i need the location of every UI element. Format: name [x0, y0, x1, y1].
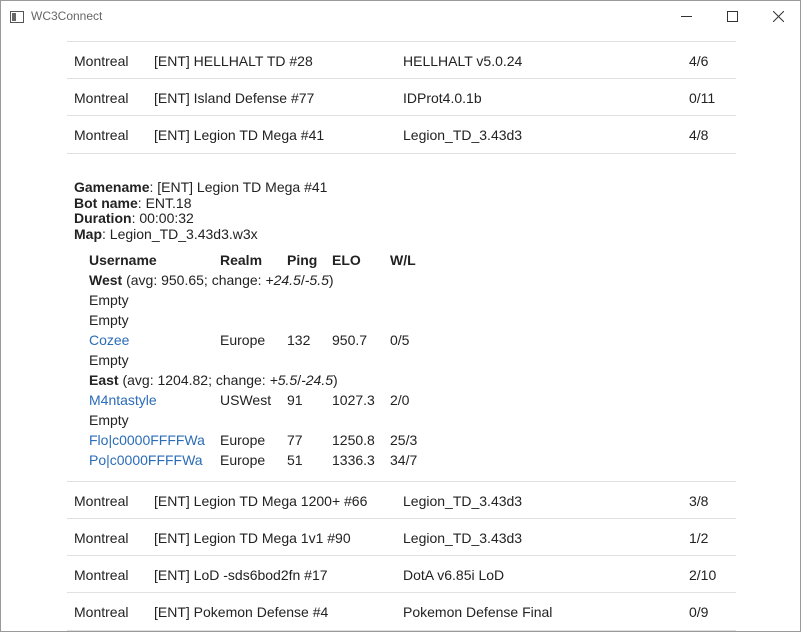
game-location: Montreal: [74, 127, 129, 143]
team-east-header: East (avg: 1204.82; change: +5.5/-24.5): [89, 372, 338, 388]
detail-gamename: Gamename: [ENT] Legion TD Mega #41: [74, 179, 328, 195]
game-name: [ENT] HELLHALT TD #28: [154, 53, 313, 69]
header-wl: W/L: [390, 252, 416, 268]
player-elo: 1027.3: [332, 392, 375, 408]
player-wl: 2/0: [390, 392, 410, 408]
game-slots: 3/8: [689, 493, 709, 509]
game-map: IDProt4.0.1b: [403, 90, 482, 106]
game-details: Gamename: [ENT] Legion TD Mega #41 Bot n…: [74, 179, 734, 242]
player-username: Empty: [89, 412, 129, 428]
header-ping: Ping: [287, 252, 318, 268]
maximize-button[interactable]: [709, 1, 755, 32]
player-wl: 0/5: [390, 332, 410, 348]
detail-map: Map: Legion_TD_3.43d3.w3x: [74, 225, 258, 242]
player-realm: USWest: [220, 392, 272, 408]
detail-botname: Bot name: ENT.18: [74, 194, 192, 211]
player-username: Empty: [89, 352, 129, 368]
game-map: Legion_TD_3.43d3: [403, 493, 523, 509]
minimize-button[interactable]: [663, 1, 709, 32]
game-map: DotA v6.85i LoD: [403, 567, 505, 583]
game-row-selected[interactable]: Montreal [ENT] Legion TD Mega #41 Legion…: [67, 115, 736, 154]
game-row[interactable]: Montreal [ENT] LoD -sds6bod2fn #17 DotA …: [67, 555, 736, 593]
player-username: Empty: [89, 292, 129, 308]
header-username: Username: [89, 252, 157, 268]
game-name: [ENT] Legion TD Mega #41: [154, 127, 325, 143]
game-row[interactable]: Montreal [ENT] HELLHALT TD #28 HELLHALT …: [67, 41, 736, 79]
player-ping: 77: [287, 432, 303, 448]
game-slots: 4/6: [689, 53, 709, 69]
game-name: [ENT] Legion TD Mega 1v1 #90: [154, 530, 351, 546]
title-bar[interactable]: WC3Connect: [1, 1, 800, 32]
game-map: Legion_TD_3.43d3: [403, 530, 523, 546]
player-realm: Europe: [220, 332, 266, 348]
game-row[interactable]: Montreal [ENT] Legion TD Mega 1200+ #66 …: [67, 481, 736, 519]
player-elo: 950.7: [332, 332, 368, 348]
player-realm: Europe: [220, 452, 266, 468]
window-app-icon: [10, 10, 24, 23]
game-map: Legion_TD_3.43d3: [403, 127, 523, 143]
team-west-header: West (avg: 950.65; change: +24.5/-5.5): [89, 272, 334, 288]
game-row[interactable]: Montreal [ENT] Legion TD Mega 1v1 #90 Le…: [67, 518, 736, 556]
game-location: Montreal: [74, 604, 129, 620]
game-location: Montreal: [74, 53, 129, 69]
game-location: Montreal: [74, 90, 129, 106]
game-slots: 2/10: [689, 567, 717, 583]
game-location: Montreal: [74, 493, 129, 509]
game-slots: 0/9: [689, 604, 709, 620]
game-row[interactable]: Montreal [ENT] Island Defense #77 IDProt…: [67, 78, 736, 116]
game-name: [ENT] Legion TD Mega 1200+ #66: [154, 493, 368, 509]
game-row[interactable]: Montreal [ENT] Pokemon Defense #4 Pokemo…: [67, 592, 736, 631]
game-location: Montreal: [74, 530, 129, 546]
player-wl: 34/7: [390, 452, 418, 468]
player-username-link[interactable]: Flo|c0000FFFFWa: [89, 432, 205, 448]
player-username-link[interactable]: M4ntastyle: [89, 392, 157, 408]
detail-duration: Duration: 00:00:32: [74, 210, 194, 227]
game-slots: 1/2: [689, 530, 709, 546]
game-name: [ENT] LoD -sds6bod2fn #17: [154, 567, 328, 583]
player-username-link[interactable]: Cozee: [89, 332, 129, 348]
player-realm: Europe: [220, 432, 266, 448]
player-elo: 1250.8: [332, 432, 375, 448]
player-elo: 1336.3: [332, 452, 375, 468]
game-name: [ENT] Pokemon Defense #4: [154, 604, 329, 620]
game-name: [ENT] Island Defense #77: [154, 90, 315, 106]
close-icon: [772, 9, 784, 25]
player-ping: 132: [287, 332, 311, 348]
player-username: Empty: [89, 312, 129, 328]
game-slots: 4/8: [689, 127, 709, 143]
maximize-icon: [726, 9, 738, 25]
game-map: Pokemon Defense Final: [403, 604, 553, 620]
window-title: WC3Connect: [31, 9, 103, 23]
header-elo: ELO: [332, 252, 361, 268]
header-realm: Realm: [220, 252, 263, 268]
minimize-icon: [680, 9, 692, 25]
close-button[interactable]: [755, 1, 801, 32]
player-ping: 51: [287, 452, 303, 468]
game-map: HELLHALT v5.0.24: [403, 53, 523, 69]
player-ping: 91: [287, 392, 303, 408]
game-list[interactable]: Montreal [ENT] HELLHALT TD #28 HELLHALT …: [0, 32, 801, 632]
player-username-link[interactable]: Po|c0000FFFFWa: [89, 452, 203, 468]
game-location: Montreal: [74, 567, 129, 583]
game-slots: 0/11: [689, 90, 716, 106]
player-wl: 25/3: [390, 432, 418, 448]
